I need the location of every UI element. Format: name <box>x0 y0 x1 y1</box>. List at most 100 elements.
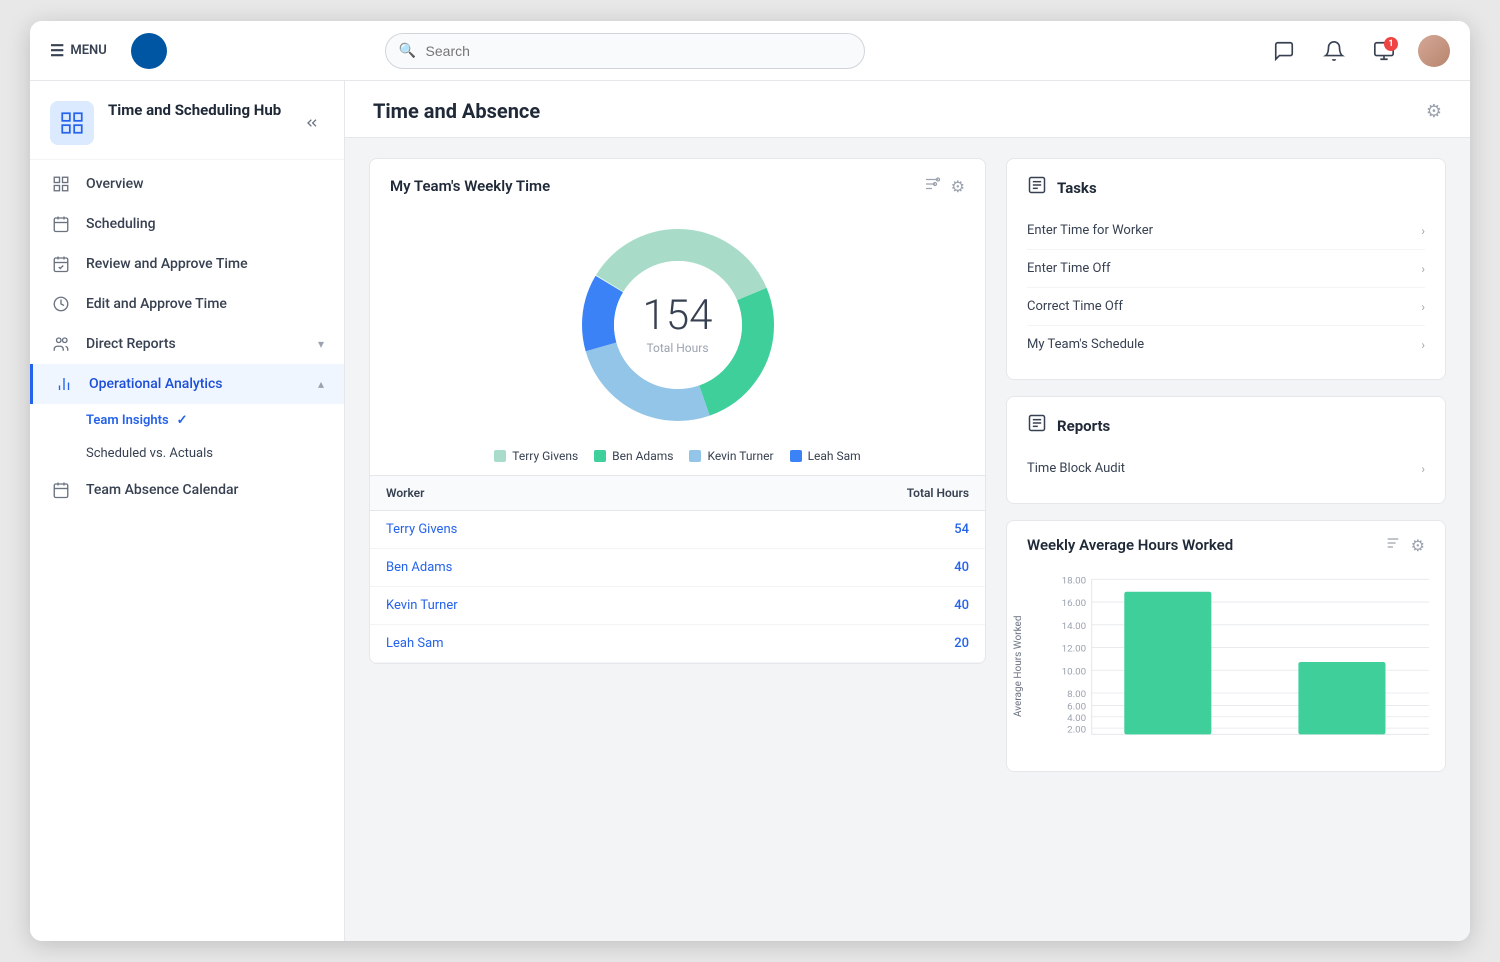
task-my-team-schedule[interactable]: My Team's Schedule › <box>1027 326 1425 363</box>
task-correct-time-off[interactable]: Correct Time Off › <box>1027 288 1425 326</box>
hours-leah: 20 <box>692 625 985 663</box>
operational-analytics-chevron: ▴ <box>318 377 324 391</box>
donut-center: 154 Total Hours <box>643 295 713 355</box>
weekly-time-card: My Team's Weekly Time ⚙ <box>369 158 986 664</box>
sidebar-collapse-button[interactable] <box>300 111 324 139</box>
bar-chart-filter-icon[interactable] <box>1385 535 1401 555</box>
team-insights-label: Team Insights <box>86 413 169 428</box>
user-avatar[interactable] <box>1418 35 1450 67</box>
menu-button[interactable]: ☰ MENU <box>50 41 107 60</box>
donut-chart-area: 154 Total Hours <box>370 205 985 441</box>
search-bar: 🔍 <box>385 33 865 69</box>
legend-dot-leah <box>790 450 802 462</box>
inbox-button[interactable]: 1 <box>1368 35 1400 67</box>
task-label-enter-time-worker: Enter Time for Worker <box>1027 223 1153 238</box>
svg-text:10.00: 10.00 <box>1062 667 1087 678</box>
sidebar-item-edit-approve[interactable]: Edit and Approve Time <box>30 284 344 324</box>
team-absence-label: Team Absence Calendar <box>86 482 324 498</box>
sidebar-hub-icon <box>50 101 94 145</box>
hours-col-header: Total Hours <box>692 476 985 511</box>
legend-label-leah: Leah Sam <box>808 449 861 463</box>
bell-button[interactable] <box>1318 35 1350 67</box>
scheduling-label: Scheduling <box>86 216 324 232</box>
search-input[interactable] <box>385 33 865 69</box>
content-body: My Team's Weekly Time ⚙ <box>345 138 1470 941</box>
direct-reports-label: Direct Reports <box>86 336 304 352</box>
workday-logo-svg: W <box>138 40 160 62</box>
sidebar-item-direct-reports[interactable]: Direct Reports ▾ <box>30 324 344 364</box>
content-area: Time and Absence ⚙ My Team's Weekly Time <box>345 81 1470 941</box>
sidebar-title: Time and Scheduling Hub <box>108 101 286 121</box>
task-label-enter-time-off: Enter Time Off <box>1027 261 1111 276</box>
page-settings-icon[interactable]: ⚙ <box>1426 101 1442 122</box>
report-label-time-block-audit: Time Block Audit <box>1027 461 1125 476</box>
bar-chart-svg: 18.00 16.00 14.00 12.00 <box>1059 569 1429 755</box>
sidebar-item-overview[interactable]: Overview <box>30 164 344 204</box>
avatar-image <box>1418 35 1450 67</box>
legend-dot-kevin <box>689 450 701 462</box>
review-approve-icon <box>50 255 72 273</box>
left-panel: My Team's Weekly Time ⚙ <box>369 158 986 921</box>
weekly-time-header: My Team's Weekly Time ⚙ <box>370 159 985 205</box>
review-approve-label: Review and Approve Time <box>86 256 324 272</box>
search-icon: 🔍 <box>399 43 416 59</box>
task-label-correct-time-off: Correct Time Off <box>1027 299 1123 314</box>
menu-label: MENU <box>70 43 106 58</box>
workday-logo: W <box>131 33 167 69</box>
overview-label: Overview <box>86 176 324 192</box>
y-axis-label: Average Hours Worked <box>1013 561 1024 771</box>
task-enter-time-off[interactable]: Enter Time Off › <box>1027 250 1425 288</box>
sidebar-subitem-scheduled-actuals[interactable]: Scheduled vs. Actuals <box>86 437 344 470</box>
sidebar: Time and Scheduling Hub Overview Schedul… <box>30 81 345 941</box>
tasks-icon <box>1027 175 1047 200</box>
direct-reports-icon <box>50 335 72 353</box>
bar-chart-body: Average Hours Worked 18.00 16.00 <box>1007 561 1445 771</box>
worker-hours-table: Worker Total Hours Terry Givens 54 <box>370 475 985 663</box>
chat-button[interactable] <box>1268 35 1300 67</box>
sidebar-item-review-approve[interactable]: Review and Approve Time <box>30 244 344 284</box>
legend-label-ben: Ben Adams <box>612 449 673 463</box>
sidebar-item-scheduling[interactable]: Scheduling <box>30 204 344 244</box>
operational-analytics-label: Operational Analytics <box>89 376 304 392</box>
hours-kevin: 40 <box>692 587 985 625</box>
operational-analytics-icon <box>53 375 75 393</box>
donut-chart: 154 Total Hours <box>568 215 788 435</box>
task-label-my-team-schedule: My Team's Schedule <box>1027 337 1144 352</box>
bar-chart-title: Weekly Average Hours Worked <box>1027 536 1233 554</box>
bar-chart-settings-icon[interactable]: ⚙ <box>1411 536 1425 555</box>
table-row: Terry Givens 54 <box>370 511 985 549</box>
edit-approve-label: Edit and Approve Time <box>86 296 324 312</box>
worker-kevin[interactable]: Kevin Turner <box>370 587 692 625</box>
content-header: Time and Absence ⚙ <box>345 81 1470 138</box>
settings-icon-chart[interactable]: ⚙ <box>951 177 965 196</box>
hours-terry: 54 <box>692 511 985 549</box>
svg-text:2.00: 2.00 <box>1067 724 1086 735</box>
svg-text:16.00: 16.00 <box>1062 598 1087 609</box>
direct-reports-chevron: ▾ <box>318 337 324 351</box>
filter-icon[interactable] <box>923 175 941 197</box>
sidebar-item-team-absence[interactable]: Team Absence Calendar <box>30 470 344 510</box>
sidebar-item-operational-analytics[interactable]: Operational Analytics ▴ <box>30 364 344 404</box>
sidebar-subitem-team-insights[interactable]: Team Insights ✓ <box>86 404 344 437</box>
table-row: Leah Sam 20 <box>370 625 985 663</box>
scheduled-actuals-label: Scheduled vs. Actuals <box>86 446 213 461</box>
legend-kevin: Kevin Turner <box>689 449 773 463</box>
task-enter-time-worker[interactable]: Enter Time for Worker › <box>1027 212 1425 250</box>
worker-ben[interactable]: Ben Adams <box>370 549 692 587</box>
legend-leah: Leah Sam <box>790 449 861 463</box>
donut-label: Total Hours <box>643 341 713 355</box>
svg-text:4.00: 4.00 <box>1067 713 1086 724</box>
hamburger-icon: ☰ <box>50 41 64 60</box>
page-title: Time and Absence <box>373 99 540 123</box>
legend-label-terry: Terry Givens <box>512 449 578 463</box>
report-time-block-audit[interactable]: Time Block Audit › <box>1027 450 1425 487</box>
donut-total: 154 <box>643 295 713 337</box>
overview-icon <box>50 175 72 193</box>
svg-text:6.00: 6.00 <box>1067 702 1086 713</box>
svg-text:18.00: 18.00 <box>1062 576 1087 587</box>
worker-terry[interactable]: Terry Givens <box>370 511 692 549</box>
worker-leah[interactable]: Leah Sam <box>370 625 692 663</box>
tasks-title: Tasks <box>1057 179 1097 197</box>
edit-approve-icon <box>50 295 72 313</box>
nav-right: 1 <box>1268 35 1450 67</box>
